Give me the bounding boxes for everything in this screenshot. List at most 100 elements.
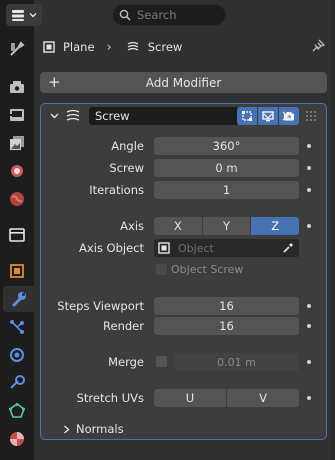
screw-field[interactable]: 0 m: [154, 159, 299, 177]
angle-keyframe-dot[interactable]: [307, 144, 311, 148]
output-icon: [10, 109, 24, 121]
collection-tab[interactable]: [3, 222, 31, 248]
collapse-chevron-icon[interactable]: [50, 112, 59, 120]
render-steps-keyframe-dot[interactable]: [307, 324, 311, 328]
stretch-uvs-label: Stretch UVs: [76, 391, 144, 405]
screw-modifier-icon: [66, 109, 80, 121]
axis-row: Axis X Y Z: [41, 217, 326, 235]
render-steps-field[interactable]: 16: [154, 317, 299, 335]
eyedropper-icon[interactable]: [282, 242, 294, 254]
merge-distance-field[interactable]: 0.01 m: [174, 353, 299, 371]
steps-viewport-field[interactable]: 16: [154, 297, 299, 315]
iterations-field[interactable]: 1: [154, 181, 299, 199]
normals-label: Normals: [76, 422, 124, 436]
object-screw-checkbox[interactable]: [156, 264, 167, 275]
add-modifier-button[interactable]: + Add Modifier: [40, 72, 327, 93]
close-icon[interactable]: [282, 111, 292, 121]
particles-icon: [10, 320, 24, 334]
breadcrumb-modifier: Screw: [147, 40, 183, 54]
view-layer-tab[interactable]: [3, 130, 31, 156]
physics-icon: [10, 348, 24, 362]
angle-label: Angle: [111, 139, 144, 153]
angle-row: Angle 360°: [41, 137, 326, 155]
plus-icon: +: [48, 73, 61, 91]
pin-button[interactable]: [311, 39, 326, 56]
mesh-data-icon: [9, 403, 25, 418]
modifier-name-input[interactable]: Screw: [89, 107, 239, 125]
render-steps-value: 16: [219, 319, 234, 333]
axis-object-row: Axis Object Object: [41, 239, 326, 257]
tool-icon: [10, 41, 25, 56]
object-screw-label: Object Screw: [171, 263, 244, 276]
axis-z-button[interactable]: Z: [251, 217, 300, 235]
screw-row: Screw 0 m: [41, 159, 326, 177]
chevron-right-icon: [64, 425, 70, 433]
steps-viewport-keyframe-dot[interactable]: [307, 304, 311, 308]
screw-modifier-panel: Screw Angle 360° Screw 0 m Iterations 1: [40, 103, 327, 440]
iterations-row: Iterations 1: [41, 181, 326, 199]
scrollbar[interactable]: [331, 0, 335, 460]
material-icon: [10, 432, 24, 446]
merge-label: Merge: [108, 355, 144, 369]
axis-object-field[interactable]: Object: [154, 239, 299, 257]
chevron-down-icon[interactable]: [263, 112, 273, 120]
stretch-uvs-row: Stretch UVs U V: [41, 389, 326, 407]
merge-checkbox[interactable]: [156, 356, 167, 367]
material-tab[interactable]: [3, 426, 31, 452]
iterations-keyframe-dot[interactable]: [307, 188, 311, 192]
stretch-v-button[interactable]: V: [227, 389, 299, 407]
steps-viewport-row: Steps Viewport 16: [41, 297, 326, 315]
stretch-uvs-toggles: U V: [154, 389, 299, 407]
stretch-u-button[interactable]: U: [154, 389, 226, 407]
angle-field[interactable]: 360°: [154, 137, 299, 155]
modifiers-tab[interactable]: [3, 286, 34, 312]
output-tab[interactable]: [3, 102, 31, 128]
axis-y-button[interactable]: Y: [202, 217, 251, 235]
screw-value: 0 m: [215, 161, 238, 175]
particles-tab[interactable]: [3, 314, 31, 340]
scene-tab[interactable]: [3, 158, 31, 184]
angle-value: 360°: [212, 139, 241, 153]
breadcrumb-separator-icon: ›: [106, 39, 112, 55]
normals-subpanel-header[interactable]: Normals: [63, 422, 124, 436]
collection-icon: [9, 228, 25, 242]
breadcrumb-object: Plane: [63, 40, 95, 54]
tool-tab[interactable]: [3, 36, 31, 62]
merge-distance-value: 0.01 m: [217, 355, 256, 369]
steps-viewport-label: Steps Viewport: [57, 299, 144, 313]
screw-modifier-icon: [127, 41, 139, 51]
search-input[interactable]: Search: [112, 4, 226, 26]
render-steps-label: Render: [103, 319, 144, 333]
object-icon: [158, 242, 170, 254]
data-tab[interactable]: [3, 398, 31, 424]
editor-type-dropdown[interactable]: [6, 4, 42, 26]
view-layer-icon: [10, 136, 24, 150]
world-icon: [10, 192, 24, 206]
object-icon: [43, 41, 55, 53]
iterations-value: 1: [222, 183, 231, 197]
constraints-tab[interactable]: [3, 370, 31, 396]
render-steps-row: Render 16: [41, 317, 326, 335]
search-placeholder: Search: [137, 8, 177, 22]
merge-keyframe-dot[interactable]: [307, 360, 311, 364]
properties-tab-column: [0, 0, 34, 460]
scene-icon: [11, 165, 23, 177]
properties-editor-icon: [12, 10, 24, 21]
world-tab[interactable]: [3, 186, 31, 212]
axis-keyframe-dot[interactable]: [307, 224, 311, 228]
edit-mode-icon: [242, 111, 252, 121]
stretch-uvs-keyframe-dot[interactable]: [307, 396, 311, 400]
drag-handle-icon[interactable]: [303, 109, 317, 123]
modifier-header: Screw: [41, 104, 326, 128]
object-icon: [10, 264, 24, 278]
pin-icon: [312, 39, 326, 52]
physics-tab[interactable]: [3, 342, 31, 368]
axis-label: Axis: [120, 219, 144, 233]
render-tab[interactable]: [3, 74, 31, 100]
axis-x-button[interactable]: X: [154, 217, 202, 235]
steps-viewport-value: 16: [219, 299, 234, 313]
chevron-down-icon: [29, 13, 37, 18]
screw-keyframe-dot[interactable]: [307, 166, 311, 170]
edit-mode-toggle[interactable]: [237, 107, 257, 125]
object-tab[interactable]: [3, 258, 31, 284]
